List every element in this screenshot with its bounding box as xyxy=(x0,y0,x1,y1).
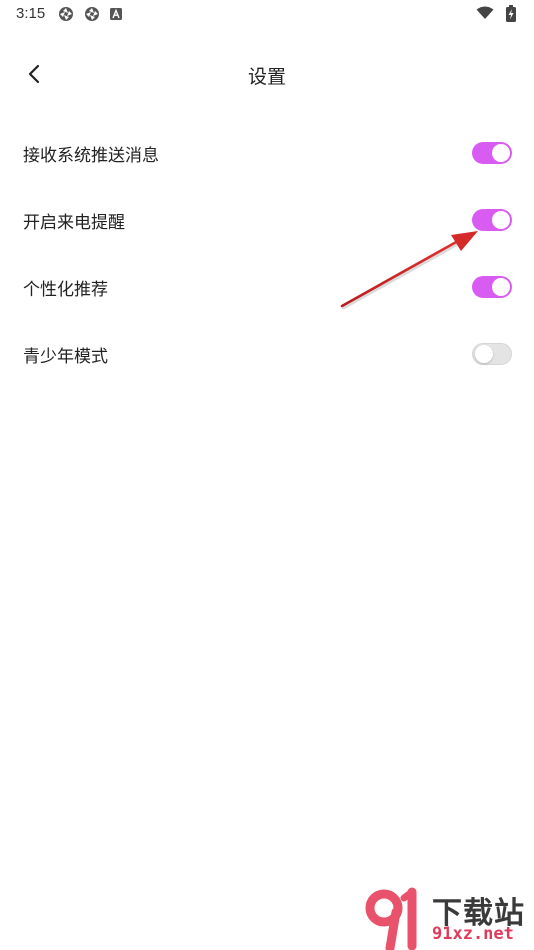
app-a-icon xyxy=(110,8,122,20)
status-right-icons xyxy=(476,4,520,24)
aperture-icon xyxy=(59,7,73,21)
watermark-url: 91xz.net xyxy=(432,924,514,944)
aperture-icon xyxy=(85,7,99,21)
push-messages-toggle[interactable] xyxy=(472,142,512,164)
setting-row-teen-mode: 青少年模式 xyxy=(0,321,534,388)
header-bar: 设置 xyxy=(0,52,534,96)
toggle-knob xyxy=(492,278,510,296)
setting-label: 接收系统推送消息 xyxy=(23,146,159,166)
setting-label: 个性化推荐 xyxy=(23,280,108,300)
settings-screen: 3:15 设置 接收系统推送消息 开启来电提醒 个性化推荐 青少年模式 下载站 … xyxy=(0,0,534,950)
watermark-logo-icon xyxy=(365,887,417,950)
status-bar: 3:15 xyxy=(0,0,534,28)
wifi-icon xyxy=(476,6,494,19)
toggle-knob xyxy=(475,345,493,363)
watermark: 下载站 91xz.net xyxy=(360,886,534,950)
teen-mode-toggle[interactable] xyxy=(472,343,512,365)
page-title: 设置 xyxy=(247,66,286,88)
setting-label: 青少年模式 xyxy=(23,347,108,367)
toggle-knob xyxy=(492,211,510,229)
toggle-knob xyxy=(492,144,510,162)
status-time: 3:15 xyxy=(16,5,46,22)
setting-row-push-messages: 接收系统推送消息 xyxy=(0,120,534,187)
annotation-arrow-icon xyxy=(340,231,478,310)
battery-charging-icon xyxy=(506,5,516,22)
setting-label: 开启来电提醒 xyxy=(23,213,125,233)
